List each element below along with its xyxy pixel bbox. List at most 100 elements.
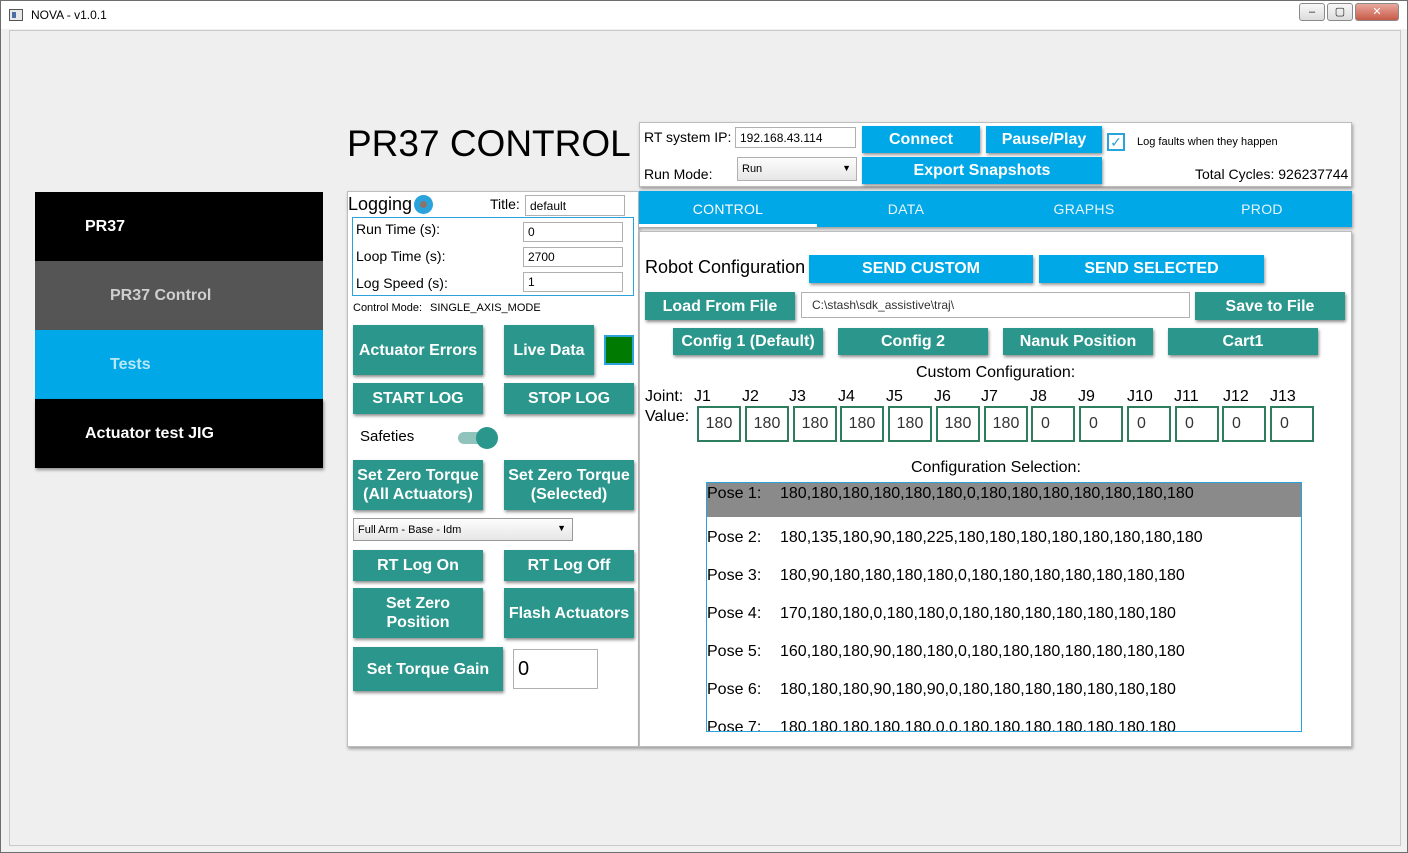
safeties-toggle[interactable] (458, 427, 498, 449)
pose-value: 180,180,180,90,180,90,0,180,180,180,180,… (780, 681, 1176, 698)
pose-row[interactable]: Pose 7: 180,180,180,180,180,0,0,180,180,1… (707, 711, 1301, 732)
arm-select-dropdown[interactable]: Full Arm - Base - Idm ▼ (353, 518, 573, 541)
logging-status-icon (414, 195, 433, 214)
sidebar-item-pr37-control[interactable]: PR37 Control (35, 261, 323, 330)
sidebar-item-actuator-test-jig[interactable]: Actuator test JIG (35, 399, 323, 468)
pose-name: Pose 6: (707, 681, 762, 698)
log-speed-label: Log Speed (s): (356, 275, 448, 291)
joint-value-j8[interactable]: 0 (1031, 406, 1075, 442)
zero-torque-all-button[interactable]: Set Zero Torque (All Actuators) (353, 460, 483, 510)
joint-value-j5[interactable]: 180 (888, 406, 932, 442)
pose-row[interactable]: Pose 6: 180,180,180,90,180,90,0,180,180,1… (707, 673, 1301, 707)
pose-name: Pose 2: (707, 529, 762, 546)
run-time-label: Run Time (s): (356, 221, 441, 237)
start-log-button[interactable]: START LOG (353, 383, 483, 414)
app-icon (9, 9, 23, 21)
tab-active-indicator (639, 224, 817, 227)
connect-button[interactable]: Connect (862, 126, 980, 153)
file-path-input[interactable]: C:\stash\sdk_assistive\traj\ (801, 292, 1190, 318)
minimize-button[interactable]: – (1299, 3, 1325, 21)
tab-control[interactable]: CONTROL (639, 191, 817, 227)
run-mode-label: Run Mode: (644, 166, 713, 182)
pause-play-button[interactable]: Pause/Play (986, 126, 1102, 153)
pose-row[interactable]: Pose 3: 180,90,180,180,180,180,0,180,180,… (707, 559, 1301, 593)
zero-torque-selected-button[interactable]: Set Zero Torque (Selected) (504, 460, 634, 510)
pose-list[interactable]: Pose 1: 180,180,180,180,180,180,0,180,180… (706, 482, 1302, 732)
ip-input[interactable]: 192.168.43.114 (735, 127, 856, 148)
pose-name: Pose 3: (707, 567, 762, 584)
joint-label-j2: J2 (742, 388, 759, 405)
pose-row[interactable]: Pose 4: 170,180,180,0,180,180,0,180,180,1… (707, 597, 1301, 631)
title-input[interactable]: default (525, 195, 625, 216)
stop-log-button[interactable]: STOP LOG (504, 383, 634, 414)
joint-value-j7[interactable]: 180 (984, 406, 1028, 442)
log-faults-label: Log faults when they happen (1137, 136, 1278, 148)
rt-log-off-button[interactable]: RT Log Off (504, 550, 634, 581)
pose-value: 180,180,180,180,180,0,0,180,180,180,180,… (780, 719, 1176, 732)
joint-value-j10[interactable]: 0 (1127, 406, 1171, 442)
joint-value-j12[interactable]: 0 (1222, 406, 1266, 442)
tab-prod[interactable]: PROD (1173, 191, 1351, 227)
custom-config-heading: Custom Configuration: (916, 364, 1076, 381)
joint-value-j13[interactable]: 0 (1270, 406, 1314, 442)
nanuk-position-button[interactable]: Nanuk Position (1003, 328, 1153, 355)
pose-value: 160,180,180,90,180,180,0,180,180,180,180… (780, 643, 1185, 660)
live-data-indicator (604, 335, 634, 365)
log-speed-input[interactable]: 1 (523, 272, 623, 292)
app-window: NOVA - v1.0.1 – ▢ ✕ PR37 PR37 Control Te… (0, 0, 1408, 853)
loop-time-input[interactable]: 2700 (523, 247, 623, 267)
pose-name: Pose 4: (707, 605, 762, 622)
maximize-button[interactable]: ▢ (1327, 3, 1353, 21)
tab-data[interactable]: DATA (817, 191, 995, 227)
run-time-input[interactable]: 0 (523, 222, 623, 242)
pose-value: 180,135,180,90,180,225,180,180,180,180,1… (780, 529, 1203, 546)
rt-log-on-button[interactable]: RT Log On (353, 550, 483, 581)
joint-label-j6: J6 (934, 388, 951, 405)
set-zero-position-button[interactable]: Set Zero Position (353, 588, 483, 638)
pose-row[interactable]: Pose 5: 160,180,180,90,180,180,0,180,180,… (707, 635, 1301, 669)
joint-label-j4: J4 (838, 388, 855, 405)
joint-label-j9: J9 (1078, 388, 1095, 405)
value-label: Value: (645, 408, 690, 425)
pose-value: 180,180,180,180,180,180,0,180,180,180,18… (780, 485, 1194, 502)
joint-label: Joint: (645, 388, 684, 405)
cart1-button[interactable]: Cart1 (1168, 328, 1318, 355)
flash-actuators-button[interactable]: Flash Actuators (504, 588, 634, 638)
config-1-button[interactable]: Config 1 (Default) (673, 328, 823, 355)
joint-label-j7: J7 (981, 388, 998, 405)
tab-graphs[interactable]: GRAPHS (995, 191, 1173, 227)
joint-label-j1: J1 (694, 388, 711, 405)
send-custom-button[interactable]: SEND CUSTOM (809, 255, 1033, 283)
joint-value-j9[interactable]: 0 (1079, 406, 1123, 442)
joint-label-j10: J10 (1127, 388, 1153, 405)
main-content: PR37 PR37 Control Tests Actuator test JI… (9, 30, 1401, 846)
pose-row[interactable]: Pose 2: 180,135,180,90,180,225,180,180,18… (707, 521, 1301, 555)
title-bar: NOVA - v1.0.1 – ▢ ✕ (1, 1, 1407, 29)
joint-value-j4[interactable]: 180 (840, 406, 884, 442)
sidebar-item-tests[interactable]: Tests (35, 330, 323, 399)
joint-value-j2[interactable]: 180 (745, 406, 789, 442)
save-to-file-button[interactable]: Save to File (1195, 292, 1345, 320)
send-selected-button[interactable]: SEND SELECTED (1039, 255, 1264, 283)
joint-label-j3: J3 (789, 388, 806, 405)
run-mode-dropdown[interactable]: Run ▼ (737, 157, 857, 181)
close-button[interactable]: ✕ (1355, 3, 1399, 21)
joint-label-j11: J11 (1174, 388, 1199, 405)
export-snapshots-button[interactable]: Export Snapshots (862, 157, 1102, 184)
joint-value-j6[interactable]: 180 (936, 406, 980, 442)
joint-value-j1[interactable]: 180 (697, 406, 741, 442)
joint-value-j11[interactable]: 0 (1175, 406, 1219, 442)
torque-gain-input[interactable]: 0 (513, 649, 598, 689)
set-torque-gain-button[interactable]: Set Torque Gain (353, 647, 503, 691)
actuator-errors-button[interactable]: Actuator Errors (353, 325, 483, 375)
live-data-button[interactable]: Live Data (504, 325, 594, 375)
config-selection-heading: Configuration Selection: (911, 459, 1081, 476)
config-2-button[interactable]: Config 2 (838, 328, 988, 355)
log-faults-checkbox[interactable]: ✓ (1107, 133, 1125, 151)
joint-label-j5: J5 (886, 388, 903, 405)
joint-value-j3[interactable]: 180 (793, 406, 837, 442)
load-from-file-button[interactable]: Load From File (645, 292, 795, 320)
pose-row[interactable]: Pose 1: 180,180,180,180,180,180,0,180,180… (707, 483, 1301, 517)
pose-value: 170,180,180,0,180,180,0,180,180,180,180,… (780, 605, 1176, 622)
sidebar-item-pr37[interactable]: PR37 (35, 192, 323, 261)
